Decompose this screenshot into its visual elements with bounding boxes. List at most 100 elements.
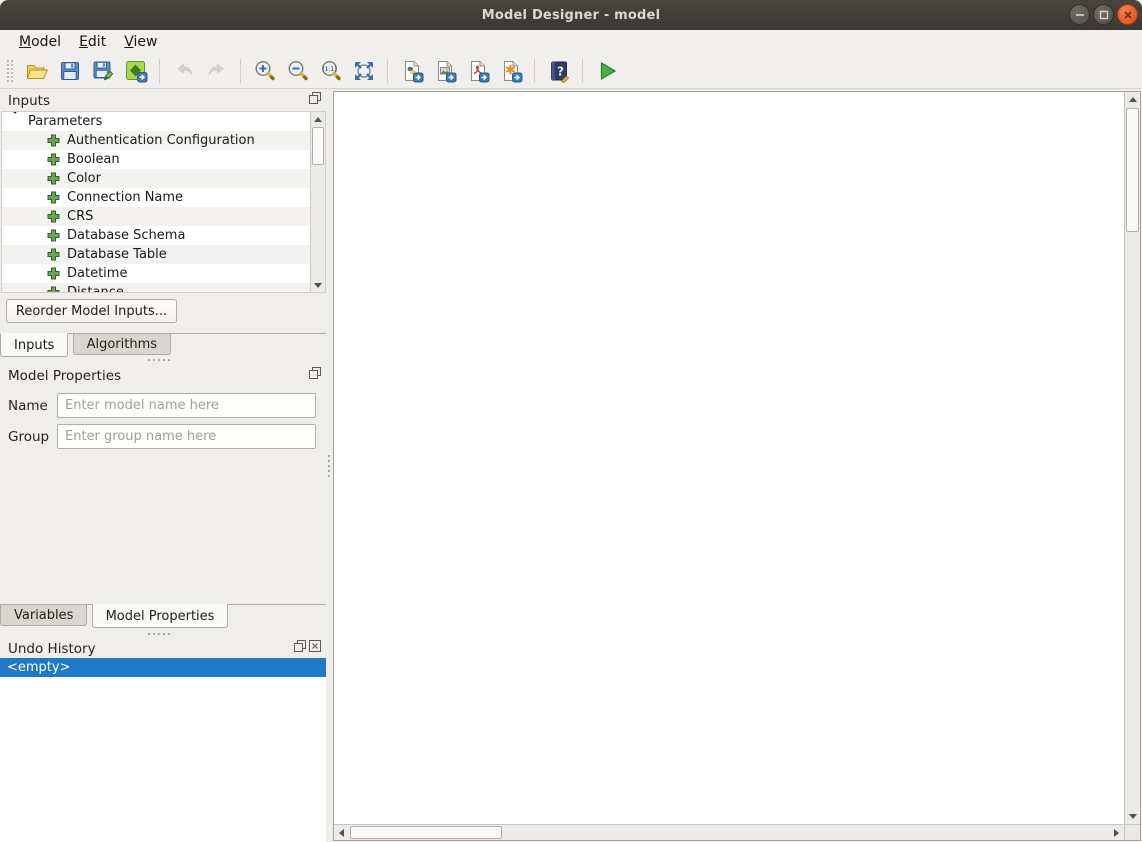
export-as-python-icon <box>400 59 424 83</box>
save-model-as-button[interactable] <box>86 55 119 87</box>
splitter-handle[interactable] <box>148 359 170 361</box>
open-model-button[interactable] <box>20 55 53 87</box>
titlebar[interactable]: Model Designer - model <box>0 0 1142 30</box>
tree-scrollbar-thumb[interactable] <box>312 127 324 165</box>
zoom-in-button[interactable] <box>248 55 281 87</box>
plus-icon <box>47 229 60 242</box>
tree-item[interactable]: Authentication Configuration <box>2 131 325 150</box>
model-name-input[interactable] <box>57 393 316 418</box>
tab-algorithms[interactable]: Algorithms <box>73 334 171 355</box>
undo-history-dock-title: Undo History <box>0 641 96 657</box>
tab-model-properties[interactable]: Model Properties <box>92 604 229 628</box>
tab-inputs[interactable]: Inputs <box>0 333 68 357</box>
save-model-icon <box>58 59 82 83</box>
scroll-right-arrow-icon[interactable] <box>1109 825 1124 840</box>
model-group-input[interactable] <box>57 424 316 449</box>
minimize-icon <box>1075 10 1085 20</box>
scroll-up-arrow-icon[interactable] <box>1125 92 1140 107</box>
close-panel-icon[interactable] <box>309 640 321 652</box>
vertical-scrollbar-thumb[interactable] <box>1126 108 1139 232</box>
menu-view[interactable]: View <box>115 32 166 52</box>
horizontal-scrollbar-thumb[interactable] <box>350 826 502 839</box>
plus-icon <box>47 210 60 223</box>
tree-scrollbar[interactable] <box>310 112 325 292</box>
canvas-vertical-scrollbar[interactable] <box>1124 92 1140 824</box>
model-properties-dock-header: Model Properties <box>0 366 326 385</box>
undo-history-list: <empty> <box>0 658 326 842</box>
main-area: Inputs Parameters Authentication Configu… <box>0 89 1142 842</box>
toolbar-separator <box>582 59 583 83</box>
model-name-row: Name <box>0 393 326 418</box>
zoom-out-button[interactable] <box>281 55 314 87</box>
run-model-icon <box>595 59 619 83</box>
parameters-tree: Parameters Authentication Configuration … <box>1 111 326 293</box>
scroll-down-arrow-icon[interactable] <box>311 278 325 292</box>
menu-model[interactable]: Model <box>10 32 70 52</box>
save-model-in-project-button[interactable] <box>119 55 152 87</box>
tab-variables[interactable]: Variables <box>0 605 87 626</box>
model-canvas[interactable] <box>333 91 1141 841</box>
tree-item[interactable]: Boolean <box>2 150 325 169</box>
reorder-model-inputs-button[interactable]: Reorder Model Inputs... <box>6 299 177 323</box>
inputs-dock-header: Inputs <box>0 91 326 110</box>
tree-item[interactable]: CRS <box>2 207 325 226</box>
close-button[interactable] <box>1117 4 1138 25</box>
run-model-button[interactable] <box>590 55 623 87</box>
tree-item[interactable]: Color <box>2 169 325 188</box>
chevron-down-icon[interactable] <box>10 114 20 129</box>
model-properties-dock-title: Model Properties <box>0 368 121 384</box>
left-panel: Inputs Parameters Authentication Configu… <box>0 89 326 842</box>
undo-icon <box>172 59 196 83</box>
export-as-pdf-button[interactable] <box>461 55 494 87</box>
toolbar-separator <box>240 59 241 83</box>
save-model-as-icon <box>91 59 115 83</box>
name-label: Name <box>0 398 57 414</box>
tree-item[interactable]: Connection Name <box>2 188 325 207</box>
panel-canvas-splitter-handle[interactable] <box>328 455 330 477</box>
redo-icon <box>205 59 229 83</box>
plus-icon <box>47 153 60 166</box>
export-as-python-button[interactable] <box>395 55 428 87</box>
tree-item[interactable]: Database Table <box>2 245 325 264</box>
minimize-button[interactable] <box>1069 4 1090 25</box>
help-button[interactable]: ? <box>542 55 575 87</box>
float-panel-icon[interactable] <box>309 367 321 379</box>
undo-history-item-empty[interactable]: <empty> <box>0 658 326 677</box>
open-model-icon <box>25 59 49 83</box>
scroll-left-arrow-icon[interactable] <box>334 825 349 840</box>
group-label: Group <box>0 429 57 445</box>
scroll-down-arrow-icon[interactable] <box>1125 809 1140 824</box>
undo-button[interactable] <box>167 55 200 87</box>
help-icon: ? <box>547 59 571 83</box>
zoom-actual-size-icon: (1:1) <box>319 59 343 83</box>
tree-item[interactable]: Database Schema <box>2 226 325 245</box>
export-as-svg-button[interactable] <box>494 55 527 87</box>
toolbar: (1:1) <box>0 53 1142 89</box>
scroll-up-arrow-icon[interactable] <box>311 112 325 126</box>
plus-icon <box>47 248 60 261</box>
svg-text:?: ? <box>557 64 564 78</box>
float-panel-icon[interactable] <box>309 92 321 104</box>
menu-edit[interactable]: Edit <box>70 32 115 52</box>
model-designer-window: Model Designer - model Model Edit View <box>0 0 1142 842</box>
plus-icon <box>47 191 60 204</box>
splitter-handle[interactable] <box>148 633 170 635</box>
zoom-full-button[interactable] <box>347 55 380 87</box>
toolbar-separator <box>534 59 535 83</box>
redo-button[interactable] <box>200 55 233 87</box>
window-controls <box>1069 4 1138 25</box>
close-icon <box>1123 10 1133 20</box>
zoom-actual-size-button[interactable]: (1:1) <box>314 55 347 87</box>
save-model-button[interactable] <box>53 55 86 87</box>
maximize-button[interactable] <box>1093 4 1114 25</box>
toolbar-drag-handle[interactable] <box>5 58 14 84</box>
toolbar-separator <box>159 59 160 83</box>
float-panel-icon[interactable] <box>294 640 306 652</box>
export-as-svg-icon <box>499 59 523 83</box>
export-as-image-button[interactable] <box>428 55 461 87</box>
canvas-horizontal-scrollbar[interactable] <box>334 824 1124 840</box>
zoom-in-icon <box>253 59 277 83</box>
tree-root-parameters[interactable]: Parameters <box>2 112 325 131</box>
tree-item[interactable]: Datetime <box>2 264 325 283</box>
tree-item[interactable]: Distance <box>2 283 325 293</box>
